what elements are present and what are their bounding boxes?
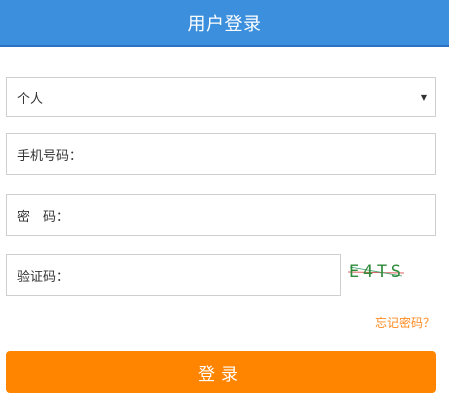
phone-label: 手机号码： <box>17 148 83 164</box>
captcha-image[interactable]: E4TS <box>346 258 406 282</box>
caret-down-icon: ▼ <box>420 92 427 102</box>
password-field[interactable]: 密 码： <box>6 194 436 236</box>
captcha-label: 验证码： <box>17 269 70 285</box>
login-button[interactable]: 登录 <box>6 351 436 393</box>
captcha-field[interactable]: 验证码： <box>6 254 341 296</box>
header-bar: 用户登录 <box>0 0 449 47</box>
forgot-password-link[interactable]: 忘记密码？ <box>375 314 435 331</box>
phone-field[interactable]: 手机号码： <box>6 133 436 175</box>
login-page: 用户登录 个人 ▼ 手机号码： 密 码： 验证码： E4TS 忘记密码？ 登录 <box>0 0 449 400</box>
page-title: 用户登录 <box>187 13 262 35</box>
account-type-select[interactable]: 个人 ▼ <box>6 77 436 117</box>
password-label: 密 码： <box>17 209 70 225</box>
account-type-value: 个人 <box>17 91 44 107</box>
